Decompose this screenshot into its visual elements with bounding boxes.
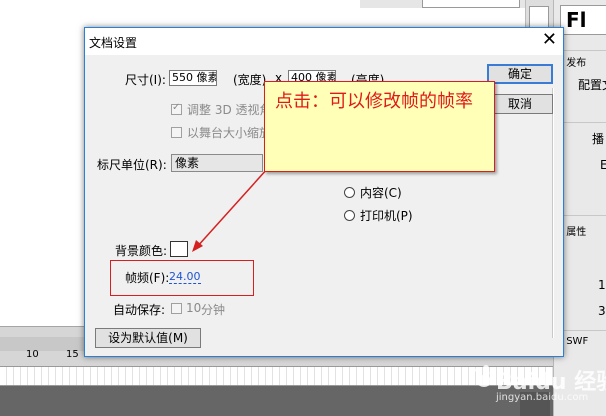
dialog-title: 文档设置 [89, 36, 138, 50]
document-settings-dialog: 文档设置 ✕ 尺寸(I): 550 像素 (宽度) x 400 像素 (高度) … [84, 27, 564, 357]
width-input[interactable]: 550 像素 [169, 70, 217, 86]
close-icon[interactable]: ✕ [542, 30, 557, 50]
callout-text: 点击：可以修改帧的帧率 [275, 91, 473, 112]
watermark-url: jingyan.baidu.com [496, 392, 589, 403]
ok-button[interactable]: 确定 [487, 64, 553, 84]
set-default-button[interactable]: 设为默认值(M) [95, 328, 201, 348]
timeline-tick-15: 15 [66, 349, 79, 360]
panel-item-1: 1 [598, 278, 606, 292]
ruler-units-label: 标尺单位(R): [97, 158, 167, 172]
match-printer-radio[interactable] [344, 210, 355, 221]
app-logo-icon: Fl [560, 5, 606, 35]
panel-item-e: E [600, 158, 606, 172]
bg-color-label: 背景颜色: [115, 244, 168, 258]
timeline-tick-10: 10 [26, 349, 39, 360]
profile-label: 配置文 [578, 78, 606, 92]
cancel-button[interactable]: 取消 [487, 94, 553, 114]
autosave-label: 自动保存: [113, 303, 166, 317]
bg-color-swatch[interactable] [170, 241, 188, 257]
ruler-units-select[interactable]: 像素 [171, 154, 263, 172]
frame-rate-highlight [110, 260, 254, 296]
match-contents-label: 内容(C) [360, 186, 402, 200]
autosave-checkbox[interactable] [171, 303, 182, 314]
scale-stage-checkbox[interactable] [171, 127, 182, 138]
top-toolbar-strip [360, 0, 525, 8]
scroll-thumb[interactable] [529, 6, 549, 28]
watermark: Baidu 经验 jingyan.baidu.com [472, 360, 606, 403]
button-divider [552, 88, 554, 338]
annotation-callout: 点击：可以修改帧的帧率 [264, 81, 495, 172]
adjust-3d-checkbox[interactable] [171, 102, 182, 115]
play-label: 播 [592, 132, 605, 146]
width-unit-label: (宽度) [233, 73, 267, 87]
timeline-footer [0, 386, 553, 416]
toolbar-dropdown[interactable] [422, 0, 520, 8]
autosave-unit-label: 分钟 [201, 303, 226, 317]
match-contents-radio[interactable] [344, 187, 355, 198]
size-label: 尺寸(I): [125, 73, 166, 87]
scale-stage-label: 以舞台大小缩放 [187, 126, 272, 140]
autosave-minutes-value[interactable]: 10 [186, 301, 201, 315]
match-printer-label: 打印机(P) [360, 209, 413, 223]
timeline-frames[interactable] [0, 366, 553, 386]
dialog-titlebar[interactable]: 文档设置 ✕ [85, 28, 563, 55]
adjust-3d-label: 调整 3D 透视角 [187, 103, 272, 117]
paw-icon [475, 365, 495, 387]
panel-item-2: 3 [598, 304, 606, 318]
